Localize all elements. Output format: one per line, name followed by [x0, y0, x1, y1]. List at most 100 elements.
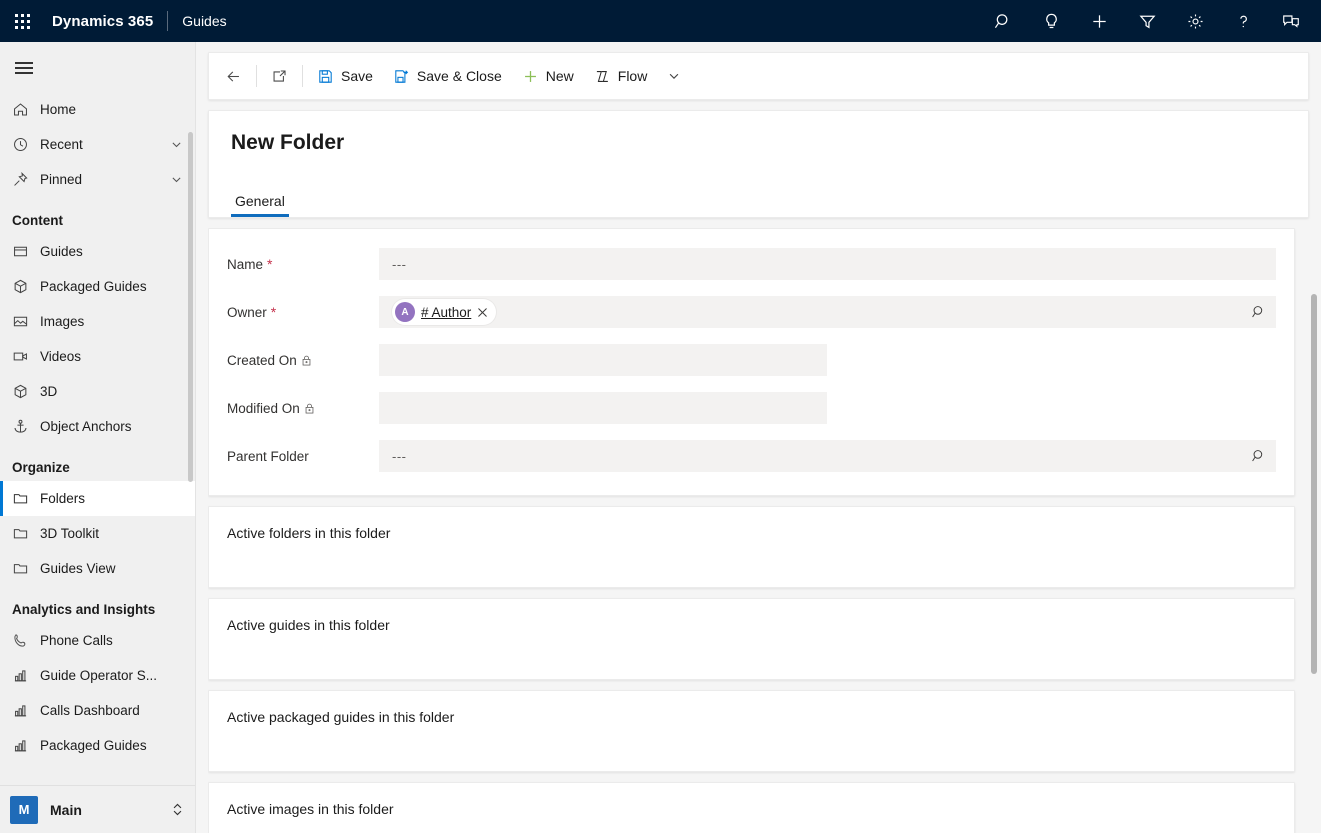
pin-icon: [12, 171, 40, 188]
save-and-close-label: Save & Close: [417, 68, 502, 84]
name-value: ---: [392, 257, 407, 272]
label-text: Name: [227, 257, 263, 272]
field-label-parent-folder: Parent Folder: [227, 449, 379, 464]
parent-folder-value: ---: [392, 449, 407, 464]
label-text: Created On: [227, 353, 297, 368]
label-text: Modified On: [227, 401, 300, 416]
chevron-down-icon: [667, 69, 681, 83]
subgrid-title: Active packaged guides in this folder: [227, 709, 1276, 725]
save-and-close-icon: [393, 68, 410, 85]
command-overflow-button[interactable]: [657, 57, 691, 95]
field-label-modified-on: Modified On: [227, 401, 379, 416]
sidebar-item-object-anchors[interactable]: Object Anchors: [0, 409, 195, 444]
sidebar-item-guides[interactable]: Guides: [0, 234, 195, 269]
save-button[interactable]: Save: [307, 57, 383, 95]
sidebar-item-images[interactable]: Images: [0, 304, 195, 339]
hamburger-menu-icon[interactable]: [0, 48, 48, 88]
chevron-down-icon[interactable]: [170, 138, 187, 151]
sidebar-item-3d-toolkit[interactable]: 3D Toolkit: [0, 516, 195, 551]
avatar: A: [395, 302, 415, 322]
chevron-updown-icon[interactable]: [170, 802, 185, 817]
chevron-down-icon[interactable]: [170, 173, 187, 186]
flow-button[interactable]: Flow: [584, 57, 658, 95]
sidebar-item-phone-calls[interactable]: Phone Calls: [0, 623, 195, 658]
filter-icon[interactable]: [1123, 0, 1171, 42]
subgrid-title: Active images in this folder: [227, 801, 1276, 817]
sidebar-item-packaged-guides-analytics[interactable]: Packaged Guides: [0, 728, 195, 763]
lock-icon: [301, 355, 312, 366]
sidebar-item-pinned[interactable]: Pinned: [0, 162, 195, 197]
plus-icon[interactable]: [1075, 0, 1123, 42]
back-button[interactable]: [215, 57, 252, 95]
sidebar-item-label: Folders: [40, 491, 187, 506]
video-icon: [12, 348, 40, 365]
sidebar-item-label: Guides View: [40, 561, 187, 576]
top-header-bar: Dynamics 365 Guides: [0, 0, 1321, 42]
subgrid-active-images[interactable]: Active images in this folder: [208, 782, 1295, 833]
sidebar-item-packaged-guides[interactable]: Packaged Guides: [0, 269, 195, 304]
sidebar-item-label: Phone Calls: [40, 633, 187, 648]
new-button[interactable]: New: [512, 57, 584, 95]
field-row-parent-folder: Parent Folder ---: [227, 439, 1276, 473]
command-divider: [302, 65, 303, 87]
search-icon[interactable]: [979, 0, 1027, 42]
app-name-label[interactable]: Guides: [168, 13, 240, 29]
search-icon[interactable]: [1243, 448, 1267, 464]
owner-pill[interactable]: A # Author: [392, 299, 496, 325]
name-input[interactable]: ---: [379, 248, 1276, 280]
gear-icon[interactable]: [1171, 0, 1219, 42]
sidebar-item-recent[interactable]: Recent: [0, 127, 195, 162]
subgrid-active-guides[interactable]: Active guides in this folder: [208, 598, 1295, 680]
new-label: New: [546, 68, 574, 84]
sidebar-item-label: 3D: [40, 384, 187, 399]
sidebar-item-home[interactable]: Home: [0, 92, 195, 127]
close-icon[interactable]: [477, 307, 488, 318]
help-icon[interactable]: [1219, 0, 1267, 42]
sidebar-item-label: Guide Operator S...: [40, 668, 187, 683]
sidebar-item-label: Packaged Guides: [40, 279, 187, 294]
sidebar-item-3d[interactable]: 3D: [0, 374, 195, 409]
sidebar-item-label: Guides: [40, 244, 187, 259]
subgrid-active-folders[interactable]: Active folders in this folder: [208, 506, 1295, 588]
chart-icon: [12, 667, 40, 684]
save-and-close-button[interactable]: Save & Close: [383, 57, 512, 95]
feedback-icon[interactable]: [1267, 0, 1315, 42]
sidebar-item-calls-dashboard[interactable]: Calls Dashboard: [0, 693, 195, 728]
sidebar-item-folders[interactable]: Folders: [0, 481, 195, 516]
environment-selector[interactable]: M Main: [0, 785, 195, 833]
label-text: Parent Folder: [227, 449, 309, 464]
sidebar-item-label: Videos: [40, 349, 187, 364]
home-icon: [12, 101, 40, 118]
app-launcher-icon[interactable]: [0, 0, 44, 42]
owner-lookup-input[interactable]: A # Author: [379, 296, 1276, 328]
sidebar-item-guides-view[interactable]: Guides View: [0, 551, 195, 586]
created-on-input: [379, 344, 827, 376]
brand-title[interactable]: Dynamics 365: [44, 13, 167, 30]
owner-name-link[interactable]: # Author: [421, 305, 471, 320]
sidebar-group-title: Analytics and Insights: [0, 586, 195, 623]
lightbulb-icon[interactable]: [1027, 0, 1075, 42]
form-scrollbar-thumb[interactable]: [1311, 294, 1317, 674]
required-indicator: *: [267, 257, 272, 271]
save-icon: [317, 68, 334, 85]
field-row-owner: Owner * A # Author: [227, 295, 1276, 329]
popout-button[interactable]: [261, 57, 298, 95]
parent-folder-lookup-input[interactable]: ---: [379, 440, 1276, 472]
plus-icon: [522, 68, 539, 85]
search-icon[interactable]: [1243, 304, 1267, 320]
save-label: Save: [341, 68, 373, 84]
tab-general[interactable]: General: [231, 193, 289, 217]
subgrid-active-packaged-guides[interactable]: Active packaged guides in this folder: [208, 690, 1295, 772]
sidebar-item-label: Pinned: [40, 172, 170, 187]
field-label-owner: Owner *: [227, 305, 379, 320]
sidebar-item-videos[interactable]: Videos: [0, 339, 195, 374]
sidebar-item-guide-operator-summary[interactable]: Guide Operator S...: [0, 658, 195, 693]
sidebar-scrollbar-thumb[interactable]: [188, 132, 193, 482]
form-fields-section: Name * --- Owner * A: [208, 228, 1295, 496]
flow-label: Flow: [618, 68, 648, 84]
sidebar-group-title: Organize: [0, 444, 195, 481]
subgrid-title: Active folders in this folder: [227, 525, 1276, 541]
sidebar-group-title: Content: [0, 197, 195, 234]
anchor-icon: [12, 418, 40, 435]
main-content-area: Save Save & Close New: [196, 42, 1321, 833]
